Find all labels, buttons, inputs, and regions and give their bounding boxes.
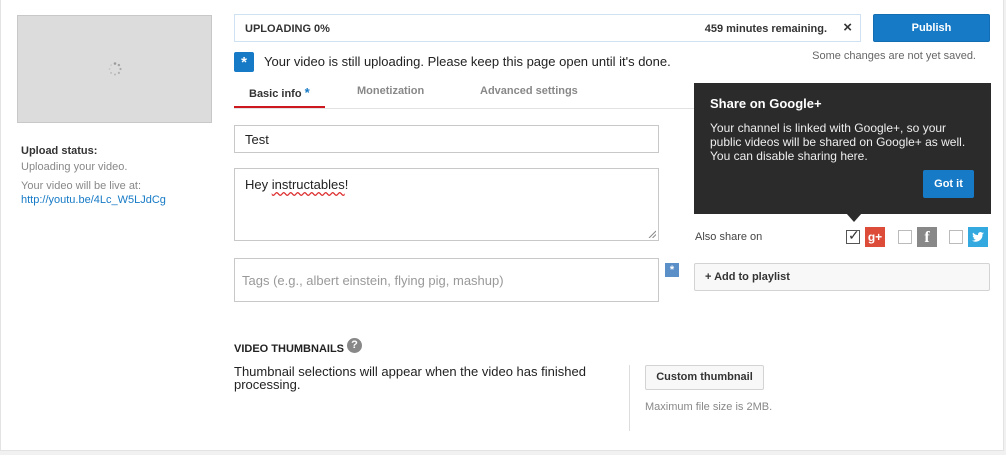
upload-status-title: Upload status: [21,145,98,157]
tags-input[interactable]: Tags (e.g., albert einstein, flying pig,… [234,258,659,302]
twitter-icon [968,227,988,247]
add-to-playlist-button[interactable]: + Add to playlist [694,263,990,291]
description-text: Hey [245,177,272,192]
star-icon: * [234,52,254,72]
live-at-label: Your video will be live at: [21,180,142,192]
max-file-size-note: Maximum file size is 2MB. [645,401,773,413]
share-google-plus-tooltip: Share on Google+ Your channel is linked … [694,83,991,214]
upload-progress-label: UPLOADING 0% [245,23,330,35]
custom-thumbnail-button[interactable]: Custom thumbnail [645,365,764,390]
facebook-icon: f [917,227,937,247]
thumbnails-divider [629,365,630,431]
google-plus-icon: g+ [865,227,885,247]
tabs-divider [234,108,694,109]
google-plus-share-checkbox[interactable]: ✓ [846,227,860,244]
upload-progress-bar: UPLOADING 0% 459 minutes remaining. × [234,14,861,42]
time-remaining: 459 minutes remaining. [704,23,827,35]
twitter-share-checkbox[interactable] [949,230,963,244]
help-icon[interactable]: ? [347,338,362,353]
video-url-link[interactable]: http://youtu.be/4Lc_W5LJdCg [21,194,166,206]
also-share-label: Also share on [695,231,763,243]
close-icon[interactable]: × [843,20,852,36]
tab-label: Basic info [249,88,302,100]
tooltip-title: Share on Google+ [710,96,822,111]
checkmark-icon: ✓ [848,227,860,243]
upload-status-text: Uploading your video. [21,161,128,173]
tab-advanced-settings[interactable]: Advanced settings [480,85,578,109]
tooltip-body: Your channel is linked with Google+, so … [710,121,966,163]
facebook-share-checkbox[interactable] [898,230,912,244]
thumbnails-message: Thumbnail selections will appear when th… [234,364,586,392]
description-text-end: ! [344,177,349,192]
video-thumbnail-placeholder [17,15,212,123]
upload-page: Upload status: Uploading your video. You… [0,0,1004,451]
tab-monetization[interactable]: Monetization [357,85,424,109]
tooltip-arrow [846,213,862,222]
misspelled-word: instructables [271,177,345,192]
video-thumbnails-title: VIDEO THUMBNAILS [234,343,344,355]
upload-notice-text: Your video is still uploading. Please ke… [264,54,671,69]
loading-spinner-icon [108,62,122,76]
publish-button[interactable]: Publish [873,14,990,42]
tab-basic-info[interactable]: Basic info * [234,85,325,109]
required-star-icon: * [304,85,310,100]
title-input[interactable] [234,125,659,153]
unsaved-changes-notice: Some changes are not yet saved. [812,50,976,62]
resize-handle-icon[interactable] [648,230,656,238]
description-textarea[interactable]: Hey instructables! [234,168,659,241]
suggested-tags-star-icon[interactable]: * [665,263,679,277]
got-it-button[interactable]: Got it [923,170,974,198]
tab-label: Advanced settings [480,85,578,97]
tab-label: Monetization [357,85,425,97]
